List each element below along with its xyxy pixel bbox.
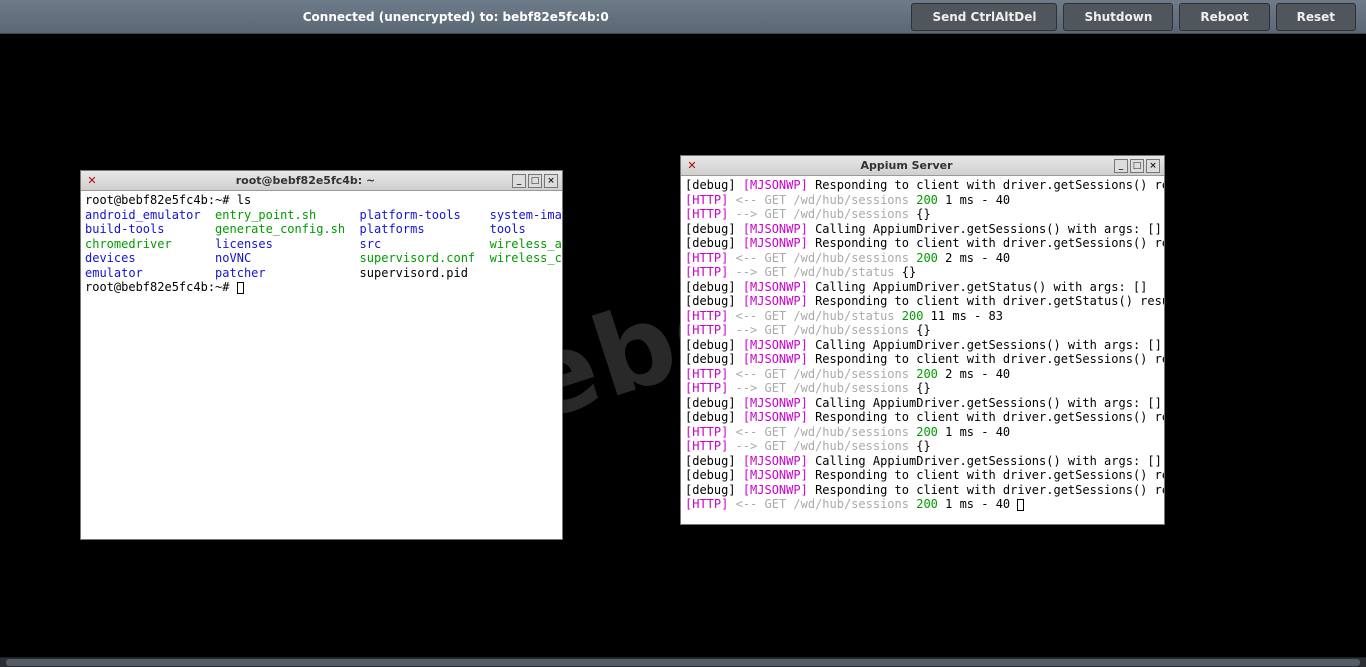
xterm-icon: ✕ — [685, 159, 699, 173]
terminal-window[interactable]: ✕ root@bebf82e5fc4b: ~ _ □ × root@bebf82… — [80, 170, 563, 540]
shutdown-button[interactable]: Shutdown — [1063, 3, 1173, 31]
xterm-icon: ✕ — [85, 174, 99, 188]
send-ctrlaltdel-button[interactable]: Send CtrlAltDel — [911, 3, 1057, 31]
minimize-button[interactable]: _ — [1114, 159, 1128, 173]
connection-status: Connected (unencrypted) to: bebf82e5fc4b… — [0, 10, 911, 24]
appium-title: Appium Server — [703, 159, 1110, 172]
reboot-button[interactable]: Reboot — [1179, 3, 1269, 31]
vnc-topbar: Connected (unencrypted) to: bebf82e5fc4b… — [0, 0, 1366, 34]
reset-button[interactable]: Reset — [1276, 3, 1356, 31]
close-button[interactable]: × — [1146, 159, 1160, 173]
appium-body[interactable]: [debug] [MJSONWP] Responding to client w… — [681, 176, 1164, 524]
terminal-body[interactable]: root@bebf82e5fc4b:~# ls android_emulator… — [81, 191, 562, 539]
maximize-button[interactable]: □ — [528, 174, 542, 188]
appium-titlebar[interactable]: ✕ Appium Server _ □ × — [681, 156, 1164, 176]
maximize-button[interactable]: □ — [1130, 159, 1144, 173]
close-button[interactable]: × — [544, 174, 558, 188]
terminal-titlebar[interactable]: ✕ root@bebf82e5fc4b: ~ _ □ × — [81, 171, 562, 191]
terminal-title: root@bebf82e5fc4b: ~ — [103, 174, 508, 187]
appium-window[interactable]: ✕ Appium Server _ □ × [debug] [MJSONWP] … — [680, 155, 1165, 525]
topbar-buttons: Send CtrlAltDel Shutdown Reboot Reset — [911, 3, 1366, 31]
horizontal-scrollbar[interactable] — [0, 657, 1366, 667]
scrollbar-thumb[interactable] — [6, 659, 1360, 666]
minimize-button[interactable]: _ — [512, 174, 526, 188]
